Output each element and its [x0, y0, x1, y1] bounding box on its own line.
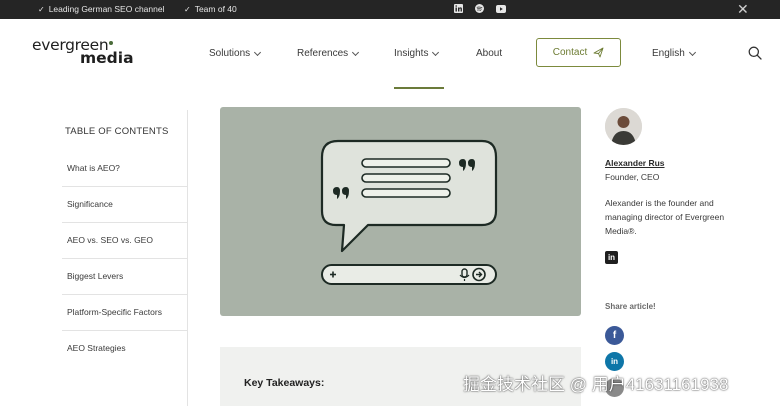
share-label: Share article! — [605, 302, 656, 311]
author-avatar[interactable] — [605, 108, 642, 145]
language-selector[interactable]: English — [652, 48, 696, 59]
nav-active-indicator — [394, 87, 444, 89]
nav-insights[interactable]: Insights — [394, 48, 440, 59]
nav-about[interactable]: About — [476, 48, 502, 59]
nav-solutions[interactable]: Solutions — [209, 48, 262, 59]
usp-team: ✓ Team of 40 — [184, 4, 237, 14]
youtube-icon[interactable] — [496, 3, 506, 14]
nav-solutions-label: Solutions — [209, 48, 251, 59]
toc-item[interactable]: Significance — [67, 186, 187, 222]
usp-text: Team of 40 — [194, 4, 237, 14]
contact-button[interactable]: Contact — [536, 38, 621, 67]
author-name-link[interactable]: Alexander Rus — [605, 158, 665, 168]
usp-seo-channel: ✓ Leading German SEO channel — [38, 4, 164, 14]
chat-bubble-illustration-icon — [320, 139, 498, 285]
author-linkedin-icon[interactable]: in — [605, 251, 618, 264]
toc-item[interactable]: Biggest Levers — [67, 258, 187, 294]
author-role: Founder, CEO — [605, 172, 660, 182]
person-icon — [605, 108, 642, 145]
contact-label: Contact — [552, 47, 588, 58]
toc-divider — [187, 110, 188, 406]
share-linkedin-icon[interactable]: in — [605, 352, 624, 371]
toc-item[interactable]: AEO Strategies — [67, 330, 187, 366]
watermark-text: 掘金技术社区 @ 用户41631161938 — [463, 375, 729, 394]
linkedin-icon[interactable] — [453, 3, 463, 14]
chevron-down-icon — [254, 48, 262, 56]
nav-references-label: References — [297, 48, 349, 59]
chevron-down-icon — [688, 48, 696, 56]
toc-title: TABLE OF CONTENTS — [65, 126, 169, 137]
chevron-down-icon — [352, 48, 360, 56]
check-icon: ✓ — [184, 4, 191, 14]
check-icon: ✓ — [38, 4, 45, 14]
nav-references[interactable]: References — [297, 48, 360, 59]
main-header: evergreen media Solutions References Ins… — [0, 19, 780, 89]
nav-insights-label: Insights — [394, 48, 429, 59]
toc-item[interactable]: Platform-Specific Factors — [67, 294, 187, 330]
nav-about-label: About — [476, 48, 503, 59]
language-label: English — [652, 48, 685, 59]
toc-item[interactable]: AEO vs. SEO vs. GEO — [67, 222, 187, 258]
hero-image — [220, 107, 581, 316]
logo[interactable]: evergreen media — [32, 37, 134, 66]
spotify-icon[interactable] — [474, 3, 484, 14]
share-facebook-icon[interactable]: f — [605, 326, 624, 345]
paper-plane-icon — [593, 47, 604, 58]
toc-item[interactable]: What is AEO? — [67, 150, 187, 186]
key-takeaways-title: Key Takeaways: — [244, 377, 325, 389]
usp-text: Leading German SEO channel — [48, 4, 165, 14]
close-icon[interactable]: ✕ — [737, 0, 749, 19]
logo-dot-icon — [109, 41, 114, 45]
chevron-down-icon — [432, 48, 440, 56]
top-bar: ✓ Leading German SEO channel ✓ Team of 4… — [0, 0, 780, 19]
search-icon[interactable] — [748, 46, 762, 60]
author-bio: Alexander is the founder and managing di… — [605, 198, 725, 236]
